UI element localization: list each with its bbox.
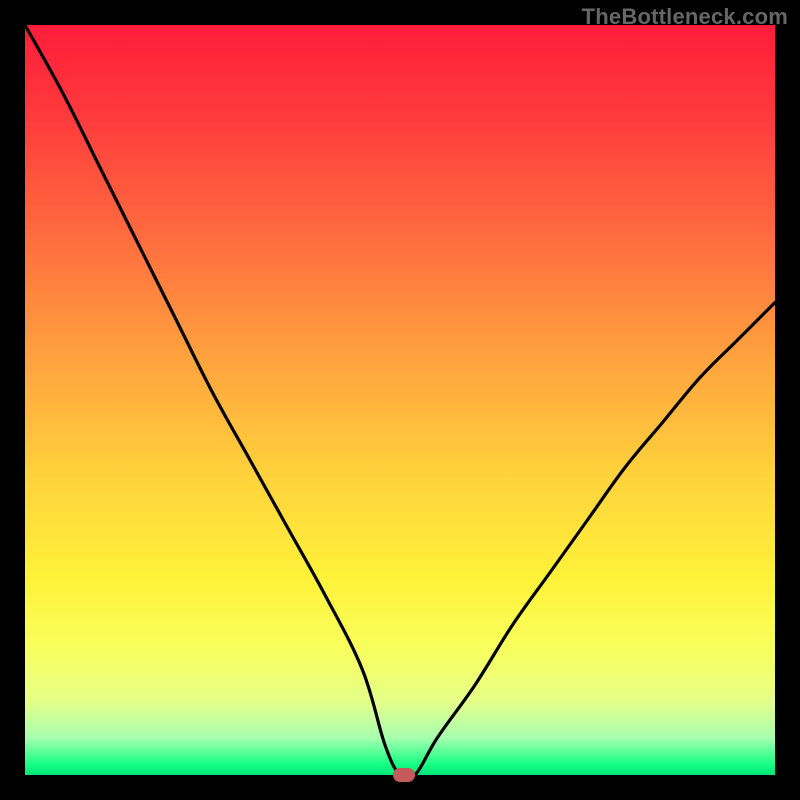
- watermark-text: TheBottleneck.com: [582, 4, 788, 30]
- current-point-marker: [393, 768, 415, 782]
- plot-area: [25, 25, 775, 775]
- chart-stage: TheBottleneck.com: [0, 0, 800, 800]
- bottleneck-curve: [25, 25, 775, 775]
